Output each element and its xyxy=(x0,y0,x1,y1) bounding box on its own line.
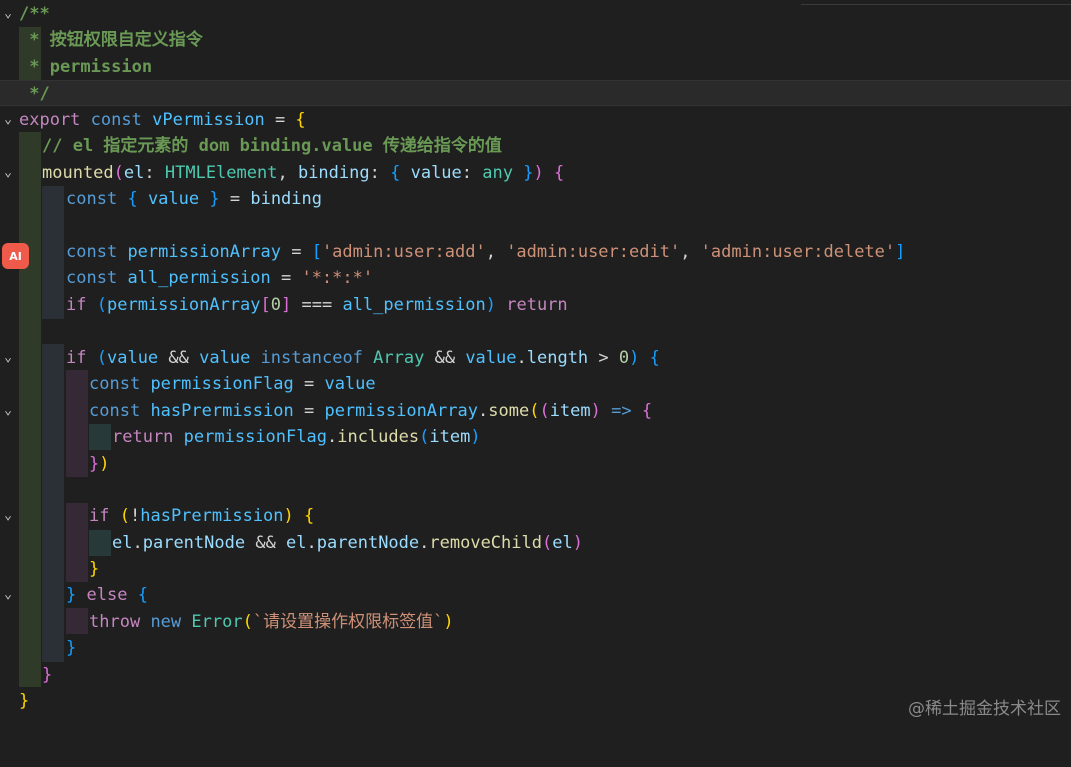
code-line-1[interactable]: ⌄ /** xyxy=(0,1,1071,27)
code-line-24[interactable]: throw new Error(`请设置操作权限标签值`) xyxy=(0,609,1071,635)
code-line-5[interactable]: ⌄ export const vPermission = { xyxy=(0,107,1071,133)
code-line-21[interactable]: el.parentNode && el.parentNode.removeChi… xyxy=(0,530,1071,556)
fold-chevron-icon[interactable]: ⌄ xyxy=(1,582,15,608)
code-line-2[interactable]: * 按钮权限自定义指令 xyxy=(0,27,1071,53)
code-line-20[interactable]: ⌄ if (!hasPrermission) { xyxy=(0,503,1071,529)
code-line-12[interactable]: if (permissionArray[0] === all_permissio… xyxy=(0,292,1071,318)
string-admin-user-add: 'admin:user:add' xyxy=(321,242,486,262)
code-line-8[interactable]: const { value } = binding xyxy=(0,186,1071,212)
watermark: @稀土掘金技术社区 xyxy=(908,699,1061,719)
code-line-6[interactable]: // el 指定元素的 dom binding.value 传递给指令的值 xyxy=(0,133,1071,159)
string-all-permission: '*:*:*' xyxy=(301,268,374,288)
comment-el-binding: // el 指定元素的 dom binding.value 传递给指令的值 xyxy=(42,136,502,156)
fold-chevron-icon[interactable]: ⌄ xyxy=(1,1,15,27)
code-line-16[interactable]: ⌄ const hasPrermission = permissionArray… xyxy=(0,398,1071,424)
fold-chevron-icon[interactable]: ⌄ xyxy=(1,398,15,424)
code-line-3[interactable]: * permission xyxy=(0,54,1071,80)
comment-open: /** xyxy=(19,4,50,24)
fold-chevron-icon[interactable]: ⌄ xyxy=(1,107,15,133)
code-line-4-current[interactable]: */ xyxy=(0,80,1071,107)
string-admin-user-delete: 'admin:user:delete' xyxy=(700,242,896,262)
ai-assistant-icon[interactable]: AI xyxy=(2,243,29,269)
code-line-23[interactable]: ⌄ } else { xyxy=(0,582,1071,608)
code-line-10[interactable]: const permissionArray = ['admin:user:add… xyxy=(0,239,1071,265)
code-line-17[interactable]: return permissionFlag.includes(item) xyxy=(0,424,1071,450)
code-line-22[interactable]: } xyxy=(0,556,1071,582)
code-line-15[interactable]: const permissionFlag = value xyxy=(0,371,1071,397)
fold-chevron-icon[interactable]: ⌄ xyxy=(1,160,15,186)
comment-title: * 按钮权限自定义指令 xyxy=(19,30,203,50)
error-message-string: `请设置操作权限标签值` xyxy=(252,612,444,632)
code-line-25[interactable]: } xyxy=(0,635,1071,661)
comment-close: */ xyxy=(19,84,50,104)
ai-badge-label: AI xyxy=(9,249,22,263)
fold-chevron-icon[interactable]: ⌄ xyxy=(1,345,15,371)
comment-permission: * permission xyxy=(19,57,153,77)
code-line-26[interactable]: } xyxy=(0,662,1071,688)
fold-chevron-icon[interactable]: ⌄ xyxy=(1,503,15,529)
code-line-18[interactable]: }) xyxy=(0,451,1071,477)
string-admin-user-edit: 'admin:user:edit' xyxy=(506,242,681,262)
code-line-14[interactable]: ⌄ if (value && value instanceof Array &&… xyxy=(0,345,1071,371)
code-editor[interactable]: ⌄ /** * 按钮权限自定义指令 * permission */ ⌄ expo… xyxy=(0,0,1071,727)
code-line-7[interactable]: ⌄ mounted(el: HTMLElement, binding: { va… xyxy=(0,160,1071,186)
code-line-11[interactable]: const all_permission = '*:*:*' xyxy=(0,265,1071,291)
